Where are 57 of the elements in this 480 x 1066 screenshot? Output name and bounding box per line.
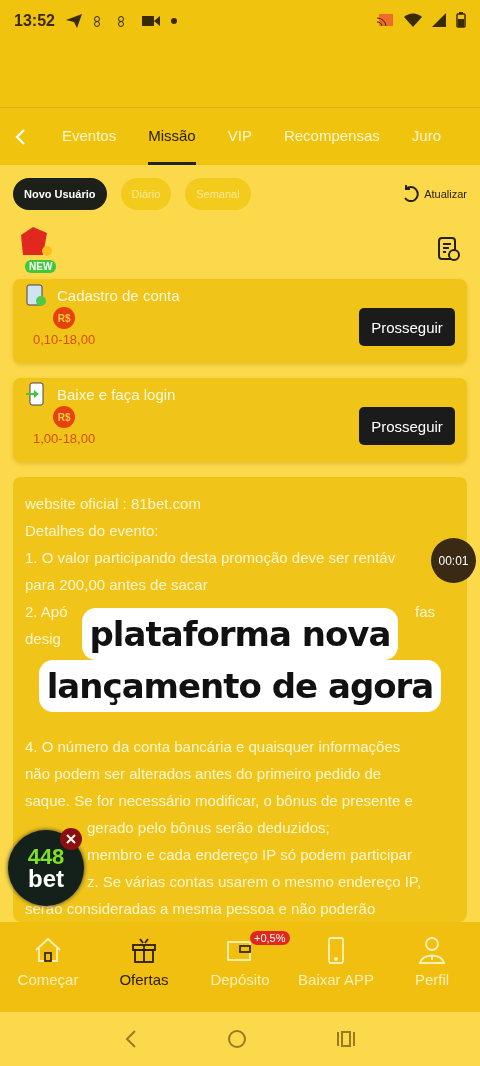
details-text: para 200,00 antes de sacar (25, 575, 208, 595)
proceed-button[interactable]: Prosseguir (359, 308, 455, 346)
task-title: Baixe e faça login (57, 385, 176, 403)
history-icon[interactable] (437, 236, 461, 262)
recent-apps-icon[interactable] (335, 1029, 356, 1049)
nav-tab[interactable]: Perfil (384, 934, 480, 988)
details-text: 4. O número da conta bancária e quaisquer informações (25, 737, 401, 757)
details-text: membro e cada endereço IP só podem participar (87, 845, 412, 865)
details-text: gerado pelo bônus serão deduzidos; (87, 818, 330, 838)
tab[interactable]: Juro (411, 108, 441, 165)
back-icon[interactable] (124, 1029, 139, 1049)
signal-icon (432, 13, 446, 27)
back-icon (14, 127, 26, 146)
battery-icon (456, 12, 466, 28)
details-text: 2. Apó (25, 602, 68, 622)
details-text: Detalhes do evento: (25, 521, 159, 541)
close-icon (66, 834, 76, 844)
nav-tab[interactable]: Começar (0, 934, 96, 988)
home-icon[interactable] (227, 1029, 247, 1049)
dot-icon (170, 18, 177, 24)
refresh-icon (401, 184, 422, 204)
filter-chip[interactable]: Novo Usuário (13, 178, 107, 210)
nav-tab[interactable]: Depósito +0,5% (192, 934, 288, 988)
cast-icon (376, 13, 394, 27)
clipboard-icon (25, 283, 47, 307)
refresh-button[interactable]: Atualizar (401, 184, 467, 204)
tab[interactable]: Eventos (62, 108, 117, 165)
details-text: z. Se várias contas usarem o mesmo endereço IP, (87, 872, 422, 892)
details-text: não podem ser alterados antes do primeiro pedido de (25, 764, 382, 784)
details-text: 1. O valor participando desta promoção deve ser rentáv (25, 548, 396, 568)
person-icon (416, 934, 448, 966)
currency-icon: R$ (53, 406, 76, 428)
nav-tab[interactable]: Ofertas (96, 934, 192, 988)
details-text: website oficial : 81bet.com (25, 494, 201, 514)
tab[interactable]: Recompensas (283, 108, 380, 165)
tab[interactable]: VIP (227, 108, 252, 165)
filter-chip[interactable]: Diário (120, 178, 172, 210)
send-icon (64, 13, 83, 29)
reward-amount: 0,10-18,00 (33, 332, 96, 347)
currency-icon: R$ (53, 307, 76, 329)
details-text: saque. Se for necessário modificar, o bônus de presente e (25, 791, 413, 811)
task-title: Cadastro de conta (57, 286, 180, 304)
nav-tab[interactable]: Baixar APP (288, 934, 384, 988)
reward-amount: 1,00-18,00 (33, 431, 96, 446)
phone-login-icon (25, 382, 47, 406)
wifi-icon (404, 13, 422, 27)
filter-chip[interactable]: Semanal (185, 178, 251, 210)
caption-text: lançamento de agora (38, 660, 442, 712)
proceed-button[interactable]: Prosseguir (359, 407, 455, 445)
details-text: desig (25, 629, 61, 649)
tab[interactable]: Missão (148, 108, 196, 165)
video-camera-icon (140, 14, 161, 28)
caption-text: plataforma nova (81, 608, 399, 660)
details-text: fas (415, 602, 435, 622)
new-badge: NEW (25, 260, 57, 273)
status-time: 13:52 (14, 12, 55, 30)
bonus-badge: +0,5% (250, 931, 290, 945)
